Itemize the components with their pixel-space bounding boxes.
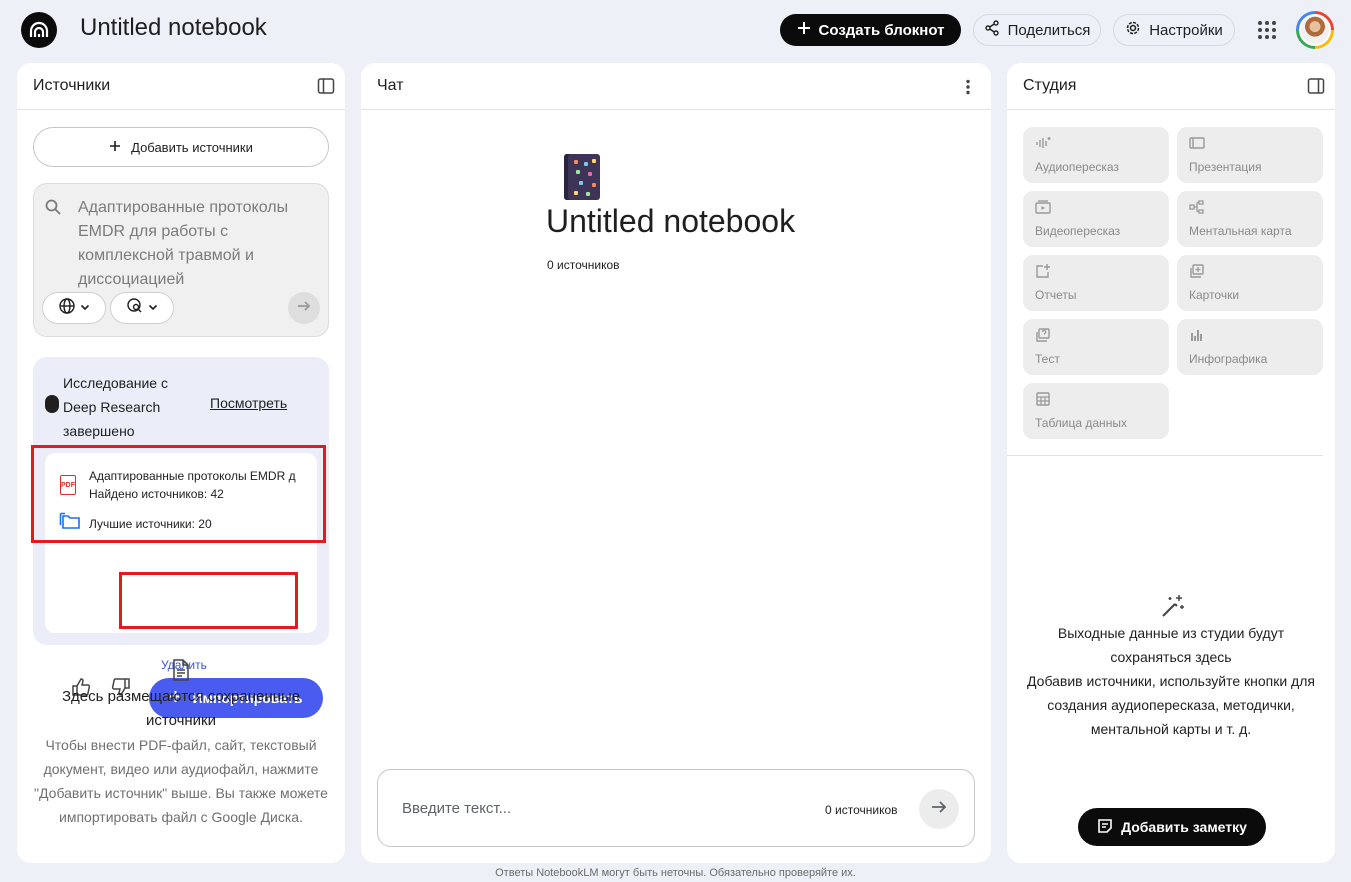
studio-tile-label: Инфографика <box>1189 352 1268 366</box>
mind-map-icon <box>1189 200 1205 214</box>
empty-sources-description: Чтобы внести PDF-файл, сайт, текстовый д… <box>34 737 328 825</box>
disclaimer-footer: Ответы NotebookLM могут быть неточны. Об… <box>495 867 856 879</box>
settings-button[interactable]: Настройки <box>1113 14 1235 46</box>
chat-input-box[interactable]: Введите текст... 0 источников <box>377 769 975 847</box>
studio-title: Студия <box>1023 77 1077 94</box>
studio-tile-reports[interactable]: Отчеты <box>1023 255 1169 311</box>
chevron-down-icon <box>80 299 90 317</box>
studio-empty-title: Выходные данные из студии будут сохранят… <box>1057 625 1285 665</box>
view-research-link[interactable]: Посмотреть <box>210 395 287 411</box>
studio-tile-label: Презентация <box>1189 160 1262 174</box>
sources-header: Источники <box>17 63 345 110</box>
notebooklm-logo-icon[interactable] <box>21 12 57 48</box>
studio-tile-label: Ментальная карта <box>1189 224 1292 238</box>
studio-header: Студия <box>1007 63 1335 110</box>
globe-icon <box>58 297 76 320</box>
arrow-right-icon <box>296 298 312 319</box>
chat-title: Чат <box>377 77 404 94</box>
chat-input-source-count: 0 источников <box>825 803 898 817</box>
add-note-label: Добавить заметку <box>1121 819 1247 835</box>
divider <box>1007 455 1323 456</box>
quiz-icon <box>1035 328 1051 342</box>
studio-tile-data-table[interactable]: Таблица данных <box>1023 383 1169 439</box>
create-notebook-button[interactable]: Создать блокнот <box>780 14 961 46</box>
notebook-title[interactable]: Untitled notebook <box>80 14 267 42</box>
sources-title: Источники <box>33 77 111 94</box>
studio-tile-label: Тест <box>1035 352 1060 366</box>
table-icon <box>1035 392 1051 406</box>
studio-panel: Студия Аудиопересказ Презентация Видеопе… <box>1007 63 1335 863</box>
studio-tile-video[interactable]: Видеопересказ <box>1023 191 1169 247</box>
search-input[interactable]: Адаптированные протоколы EMDR для работы… <box>78 196 318 292</box>
chevron-down-icon <box>148 299 158 317</box>
search-submit-button[interactable] <box>288 292 320 324</box>
add-note-button[interactable]: Добавить заметку <box>1078 808 1266 846</box>
plus-icon <box>109 140 121 155</box>
avatar[interactable] <box>1296 11 1334 49</box>
studio-tile-label: Карточки <box>1189 288 1240 302</box>
highlight-box-import <box>119 572 298 629</box>
note-icon <box>1097 818 1113 837</box>
share-button[interactable]: Поделиться <box>973 14 1101 46</box>
studio-tile-quiz[interactable]: Тест <box>1023 319 1169 375</box>
add-sources-label: Добавить источники <box>131 139 253 155</box>
studio-tile-label: Аудиопересказ <box>1035 160 1119 174</box>
studio-tile-label: Таблица данных <box>1035 416 1127 430</box>
source-search-box[interactable]: Адаптированные протоколы EMDR для работы… <box>33 183 329 337</box>
research-mode-dropdown[interactable] <box>110 292 174 324</box>
studio-tile-flashcards[interactable]: Карточки <box>1177 255 1323 311</box>
studio-tile-label: Видеопересказ <box>1035 224 1121 238</box>
studio-tile-presentation[interactable]: Презентация <box>1177 127 1323 183</box>
studio-tile-mind-map[interactable]: Ментальная карта <box>1177 191 1323 247</box>
chat-input[interactable]: Введите текст... <box>402 800 511 817</box>
chat-panel: Чат Untitled notebook 0 источников Введи… <box>361 63 991 863</box>
document-icon <box>172 659 190 686</box>
highlight-box-result <box>31 445 326 543</box>
flashcards-icon <box>1189 264 1205 278</box>
chat-header: Чат <box>361 63 991 110</box>
research-status-icon <box>45 395 59 413</box>
collapse-panel-icon[interactable] <box>1307 77 1325 95</box>
top-bar: Untitled notebook Создать блокнот Подели… <box>0 0 1351 60</box>
web-source-dropdown[interactable] <box>42 292 106 324</box>
chat-source-count: 0 источников <box>547 258 620 272</box>
report-icon <box>1035 264 1051 278</box>
apps-grid-icon[interactable] <box>1256 19 1278 41</box>
arrow-right-icon <box>930 798 948 821</box>
share-label: Поделиться <box>1007 21 1091 39</box>
deep-research-icon <box>126 297 144 320</box>
add-sources-button[interactable]: Добавить источники <box>33 127 329 167</box>
magic-wand-icon <box>1160 593 1186 624</box>
studio-tile-infographic[interactable]: Инфографика <box>1177 319 1323 375</box>
infographic-icon <box>1189 328 1205 342</box>
search-icon <box>44 198 62 221</box>
video-icon <box>1035 200 1051 214</box>
create-notebook-label: Создать блокнот <box>818 21 945 39</box>
send-button[interactable] <box>919 789 959 829</box>
studio-tile-label: Отчеты <box>1035 288 1077 302</box>
sources-panel: Источники Добавить источники Адаптирован… <box>17 63 345 863</box>
audio-wave-icon <box>1035 136 1051 150</box>
research-status-text: Исследование с Deep Research завершено <box>63 375 168 439</box>
collapse-panel-icon[interactable] <box>317 77 335 95</box>
gear-icon <box>1125 20 1141 40</box>
settings-label: Настройки <box>1149 21 1223 39</box>
studio-tile-audio[interactable]: Аудиопересказ <box>1023 127 1169 183</box>
studio-empty-description: Добавив источники, используйте кнопки дл… <box>1027 673 1315 737</box>
notebook-heading: Untitled notebook <box>546 203 796 239</box>
share-icon <box>984 20 1000 40</box>
plus-icon <box>797 21 811 39</box>
empty-sources-title: Здесь размещаются сохраненные источники <box>61 688 301 729</box>
notebook-emoji-icon <box>564 154 600 200</box>
slides-icon <box>1189 136 1205 150</box>
more-vert-icon[interactable] <box>965 79 971 100</box>
